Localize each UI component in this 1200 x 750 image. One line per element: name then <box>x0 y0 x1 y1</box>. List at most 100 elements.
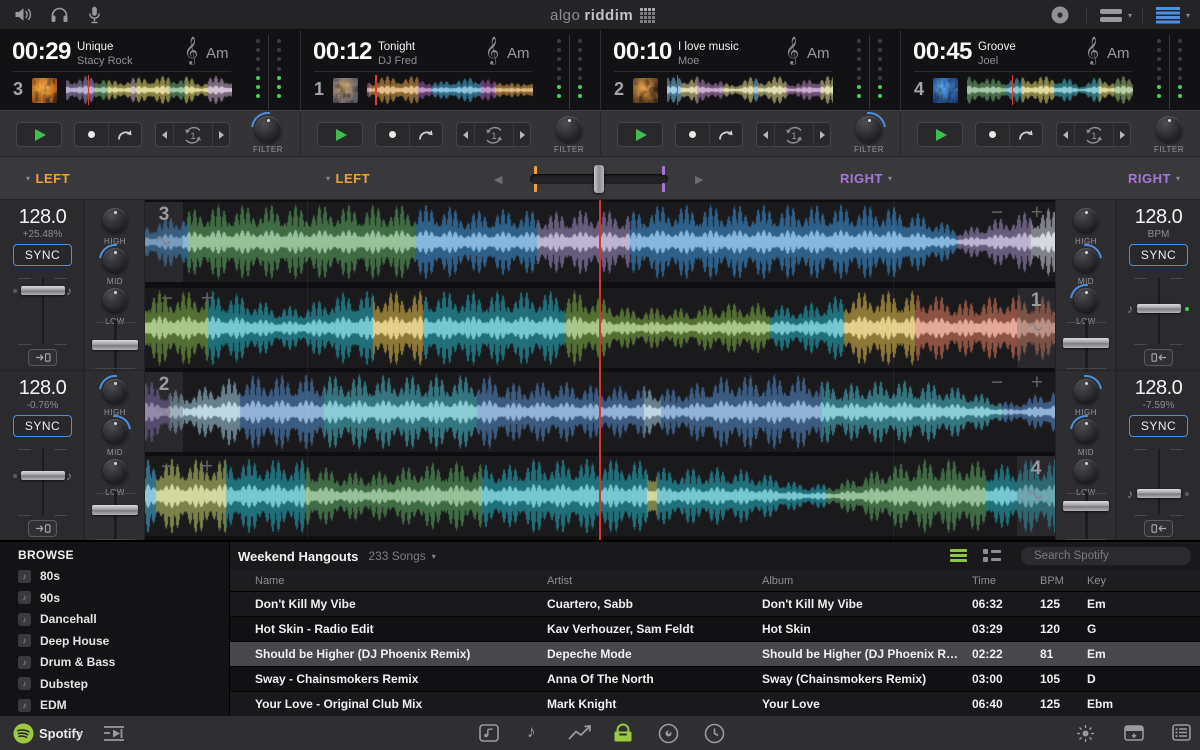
pitch-slider[interactable]: ♪ <box>0 274 85 348</box>
sidebar-item-dancehall[interactable]: ♪Dancehall <box>18 610 218 628</box>
filter-knob[interactable] <box>556 116 582 142</box>
album-view-icon[interactable] <box>479 724 499 747</box>
zoom-out-button[interactable]: − <box>161 456 173 480</box>
loop-button[interactable]: 1 <box>774 123 813 146</box>
eq-low-knob[interactable] <box>103 288 127 312</box>
volume-fader[interactable] <box>85 495 145 541</box>
crossfader-handle[interactable] <box>594 165 604 193</box>
loop-double-button[interactable] <box>513 123 530 146</box>
deck-view-caret[interactable]: ▾ <box>1186 11 1190 20</box>
pitch-handle[interactable] <box>21 286 65 295</box>
zoom-out-button[interactable]: − <box>991 202 1003 226</box>
record-button[interactable] <box>676 123 709 146</box>
sidebar-item-90s[interactable]: ♪90s <box>18 589 218 607</box>
sidebar-item-edm[interactable]: ♪EDM <box>18 696 218 714</box>
album-art[interactable] <box>933 78 958 103</box>
pitch-slider[interactable]: ♪ <box>1116 445 1200 519</box>
key-lock-button[interactable] <box>1144 349 1173 366</box>
record-session-icon[interactable] <box>1050 5 1070 30</box>
track-row[interactable]: Hot Skin - Radio EditKav Verhouzer, Sam … <box>230 617 1200 642</box>
crossfader-left-arrow[interactable]: ◀ <box>494 173 502 186</box>
headphones-icon[interactable] <box>50 6 69 28</box>
track-list-icon[interactable] <box>1172 724 1191 746</box>
play-button[interactable] <box>617 122 663 147</box>
queue-icon[interactable] <box>103 725 125 747</box>
eq-mid-knob[interactable] <box>103 419 127 443</box>
zoom-out-button[interactable]: − <box>161 288 173 312</box>
track-overview-waveform[interactable] <box>967 75 1133 105</box>
loop-halve-button[interactable] <box>457 123 474 146</box>
filter-knob[interactable] <box>856 116 882 142</box>
pitch-handle[interactable] <box>1137 489 1181 498</box>
sync-button[interactable]: SYNC <box>1129 415 1188 437</box>
zoom-in-button[interactable]: + <box>1031 372 1043 396</box>
play-button[interactable] <box>16 122 62 147</box>
track-row[interactable]: Don't Kill My VibeCuartero, SabbDon't Ki… <box>230 592 1200 617</box>
key-lock-button[interactable] <box>28 520 57 537</box>
waveform-mode-icon[interactable] <box>156 236 172 246</box>
add-to-library-icon[interactable] <box>1124 725 1144 746</box>
playlist-name[interactable]: Weekend Hangouts <box>238 549 358 564</box>
volume-fader[interactable] <box>1056 495 1116 541</box>
playlist-count[interactable]: 233 Songs <box>368 549 425 563</box>
charts-icon[interactable] <box>568 725 592 746</box>
loop-double-button[interactable] <box>813 123 830 146</box>
track-overview-waveform[interactable] <box>367 75 533 105</box>
brightness-icon[interactable] <box>1076 724 1095 748</box>
crossfader-right-arrow[interactable]: ▶ <box>695 173 703 186</box>
zoom-in-button[interactable]: + <box>201 288 213 312</box>
pitch-slider[interactable]: ♪ <box>0 445 85 519</box>
eq-high-knob[interactable] <box>103 379 127 403</box>
track-overview-waveform[interactable] <box>66 75 232 105</box>
speaker-icon[interactable] <box>14 6 34 28</box>
loop-button[interactable]: 1 <box>173 123 212 146</box>
deck-select-right-2[interactable]: RIGHT▾ <box>1128 171 1185 186</box>
waveform-mode-icon[interactable] <box>1028 322 1044 332</box>
volume-handle[interactable] <box>92 340 138 350</box>
zoom-out-button[interactable]: − <box>991 372 1003 396</box>
history-clock-icon[interactable] <box>704 723 725 749</box>
sync-button[interactable]: SYNC <box>13 244 72 266</box>
play-button[interactable] <box>317 122 363 147</box>
cue-button[interactable] <box>108 123 142 146</box>
track-row[interactable]: Sway - Chainsmokers RemixAnna Of The Nor… <box>230 667 1200 692</box>
eq-mid-knob[interactable] <box>103 248 127 272</box>
pitch-handle[interactable] <box>21 471 65 480</box>
volume-handle[interactable] <box>1063 501 1109 511</box>
eq-low-knob[interactable] <box>1074 459 1098 483</box>
search-field[interactable] <box>1020 546 1192 566</box>
list-view-toggle[interactable] <box>950 549 967 562</box>
volume-fader[interactable] <box>85 324 145 370</box>
cue-button[interactable] <box>409 123 443 146</box>
record-button[interactable] <box>75 123 108 146</box>
mixer-layout-icon[interactable] <box>1100 9 1122 27</box>
sidebar-item-80s[interactable]: ♪80s <box>18 567 218 585</box>
microphone-icon[interactable] <box>88 6 101 29</box>
play-button[interactable] <box>917 122 963 147</box>
eq-low-knob[interactable] <box>103 459 127 483</box>
search-input[interactable] <box>1034 550 1188 562</box>
loop-double-button[interactable] <box>1113 123 1130 146</box>
zoom-in-button[interactable]: + <box>201 456 213 480</box>
eq-mid-knob[interactable] <box>1074 248 1098 272</box>
sidebar-item-deep-house[interactable]: ♪Deep House <box>18 632 218 650</box>
eq-mid-knob[interactable] <box>1074 419 1098 443</box>
key-lock-button[interactable] <box>28 349 57 366</box>
playlist-caret[interactable]: ▾ <box>432 552 436 561</box>
mixer-layout-caret[interactable]: ▾ <box>1128 11 1132 20</box>
eq-high-knob[interactable] <box>103 208 127 232</box>
volume-handle[interactable] <box>1063 338 1109 348</box>
loop-halve-button[interactable] <box>156 123 173 146</box>
sync-button[interactable]: SYNC <box>1129 244 1188 266</box>
loop-halve-button[interactable] <box>1057 123 1074 146</box>
cue-button[interactable] <box>709 123 743 146</box>
track-row[interactable]: Your Love - Original Club MixMark Knight… <box>230 692 1200 717</box>
table-header[interactable]: NameArtistAlbumTimeBPMKey <box>230 570 1200 592</box>
deck-select-right-1[interactable]: RIGHT▾ <box>840 171 897 186</box>
volume-fader[interactable] <box>1056 324 1116 370</box>
filter-knob[interactable] <box>255 116 281 142</box>
album-art[interactable] <box>32 78 57 103</box>
source-caret[interactable]: ▾ <box>78 729 82 738</box>
track-overview-waveform[interactable] <box>667 75 833 105</box>
waveform-mode-icon[interactable] <box>1028 490 1044 500</box>
